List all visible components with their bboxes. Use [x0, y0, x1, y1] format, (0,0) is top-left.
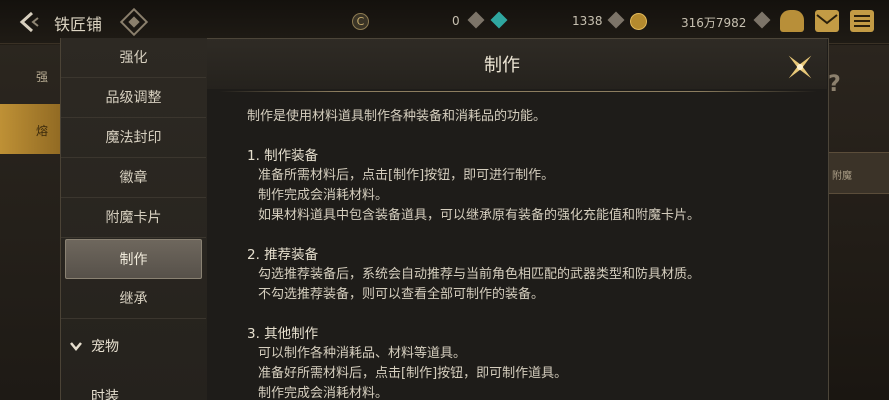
envelope-icon: [816, 14, 838, 25]
section-line: 准备好所需材料后，点击[制作]按钮，即可制作道具。: [258, 366, 568, 381]
shop-bag-icon[interactable]: [780, 10, 804, 32]
help-topic-menu: 强化 品级调整 魔法封印 徽章 附魔卡片 制作 继承 宠物 时装: [60, 38, 207, 400]
currency-c-icon: C: [352, 13, 369, 30]
mail-icon[interactable]: [815, 10, 839, 32]
sparkle-gem-icon: [467, 11, 485, 29]
menu-group-fashion[interactable]: 时装: [61, 381, 206, 400]
background-right-column: [828, 45, 889, 400]
menu-item-craft[interactable]: 制作: [65, 239, 202, 279]
section-line: 准备所需材料后，点击[制作]按钮，即可进行制作。: [258, 168, 555, 183]
chevron-left-icon: [19, 11, 39, 33]
section-line: 勾选推荐装备后，系统会自动推荐与当前角色相匹配的武器类型和防具材质。: [258, 267, 701, 282]
background-left-label: 强: [36, 70, 49, 84]
menu-item-badge[interactable]: 徽章: [61, 158, 206, 198]
section-heading: 3. 其他制作: [247, 326, 319, 342]
sparkle-gem-icon: [607, 11, 625, 29]
sparkle-gem-icon: [753, 11, 771, 29]
gem-count: 0: [452, 14, 460, 28]
section-line: 如果材料道具中包含装备道具，可以继承原有装备的强化充能值和附魔卡片。: [258, 208, 701, 223]
intro-text: 制作是使用材料道具制作各种装备和消耗品的功能。: [247, 109, 547, 124]
menu-item-enchant-card[interactable]: 附魔卡片: [61, 198, 206, 238]
background-left-label: 熔: [36, 124, 49, 138]
back-button[interactable]: [14, 8, 42, 36]
menu-icon[interactable]: [850, 10, 874, 32]
menu-item-magic-seal[interactable]: 魔法封印: [61, 118, 206, 158]
dialog-title: 制作: [484, 55, 520, 76]
menu-item-enhance[interactable]: 强化: [61, 38, 206, 78]
gold-coin-icon: [630, 13, 647, 30]
dialog-header: 制作: [207, 39, 827, 89]
menu-item-grade-adjust[interactable]: 品级调整: [61, 78, 206, 118]
section-heading: 1. 制作装备: [247, 148, 319, 164]
page-title: 铁匠铺: [54, 15, 103, 34]
gold-count: 1338: [572, 14, 603, 28]
help-dialog: 制作 制作是使用材料道具制作各种装备和消耗品的功能。 1. 制作装备 准备所需材…: [207, 38, 829, 400]
background-left-highlight: [0, 104, 62, 154]
hamburger-icon: [854, 15, 870, 27]
silver-count: 316万7982: [681, 16, 747, 30]
header-divider: [219, 91, 817, 92]
background-left-panel: [0, 45, 62, 400]
background-right-tab-label: 附魔: [832, 171, 852, 182]
menu-group-pet[interactable]: 宠物: [61, 327, 206, 367]
menu-group-label: 宠物: [91, 339, 119, 355]
green-gem-icon: [490, 11, 508, 29]
section-line: 制作完成会消耗材料。: [258, 386, 389, 400]
section-line: 制作完成会消耗材料。: [258, 188, 389, 203]
section-line: 不勾选推荐装备，则可以查看全部可制作的装备。: [258, 287, 545, 302]
menu-item-inherit[interactable]: 继承: [61, 279, 206, 319]
close-star-icon: [788, 55, 812, 79]
section-line: 可以制作各种消耗品、材料等道具。: [258, 346, 467, 361]
section-heading: 2. 推荐装备: [247, 247, 319, 263]
chevron-down-icon: [69, 327, 83, 384]
close-button[interactable]: [782, 49, 818, 85]
help-icon: ?: [828, 72, 841, 97]
menu-group-label: 时装: [91, 389, 119, 400]
